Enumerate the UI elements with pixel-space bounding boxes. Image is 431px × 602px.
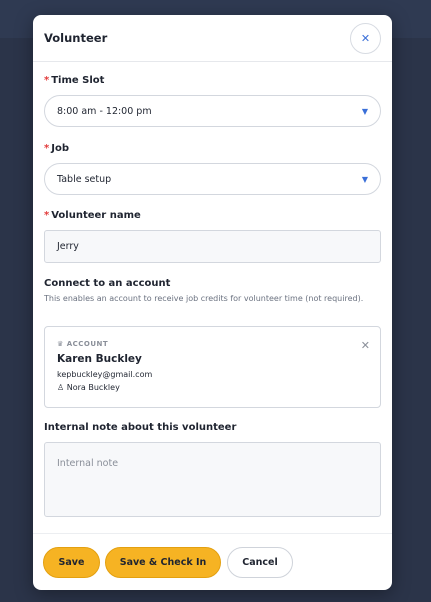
volunteer-name-input[interactable]: Jerry (44, 230, 381, 263)
cancel-button[interactable]: Cancel (227, 547, 293, 578)
account-email: kepbuckley@gmail.com (57, 370, 153, 379)
modal-header: Volunteer ✕ (33, 15, 392, 62)
modal-title: Volunteer (44, 31, 108, 45)
close-icon: ✕ (360, 32, 371, 45)
account-member-name: Nora Buckley (66, 383, 120, 392)
required-marker: * (44, 143, 50, 154)
internal-note-placeholder: Internal note (57, 458, 119, 469)
job-label-text: Job (51, 143, 69, 154)
job-label: * Job (44, 143, 69, 154)
volunteer-modal: Volunteer ✕ * Time Slot 8:00 am - 12:00 p… (33, 15, 392, 590)
account-kicker-text: ACCOUNT (66, 340, 109, 348)
chevron-down-icon: ▼ (361, 175, 368, 184)
connect-account-label: Connect to an account (44, 278, 171, 289)
time-slot-label: * Time Slot (44, 75, 104, 86)
close-button[interactable]: ✕ (350, 23, 381, 54)
account-member: ♙ Nora Buckley (57, 383, 120, 392)
required-marker: * (44, 75, 50, 86)
chevron-down-icon: ▼ (361, 107, 368, 116)
account-card: ♛ ACCOUNT Karen Buckley kepbuckley@gmail… (44, 326, 381, 408)
volunteer-name-label-text: Volunteer name (51, 210, 141, 221)
save-and-check-in-button[interactable]: Save & Check In (105, 547, 221, 578)
time-slot-label-text: Time Slot (51, 75, 105, 86)
remove-account-icon[interactable]: ✕ (361, 339, 370, 352)
person-icon: ♙ (57, 383, 65, 392)
volunteer-name-label: * Volunteer name (44, 210, 141, 221)
job-select[interactable]: Table setup ▼ (44, 163, 381, 195)
volunteer-name-value: Jerry (57, 241, 79, 252)
required-marker: * (44, 210, 50, 221)
job-value: Table setup (57, 173, 112, 185)
account-name: Karen Buckley (57, 353, 142, 365)
connect-account-help: This enables an account to receive job c… (44, 294, 364, 303)
account-kicker: ♛ ACCOUNT (57, 340, 108, 348)
modal-footer: Save Save & Check In Cancel (33, 533, 392, 590)
save-button[interactable]: Save (43, 547, 100, 578)
time-slot-value: 8:00 am - 12:00 pm (57, 105, 152, 117)
time-slot-select[interactable]: 8:00 am - 12:00 pm ▼ (44, 95, 381, 127)
crown-icon: ♛ (57, 340, 64, 348)
internal-note-textarea[interactable]: Internal note (44, 442, 381, 517)
internal-note-label: Internal note about this volunteer (44, 422, 237, 433)
